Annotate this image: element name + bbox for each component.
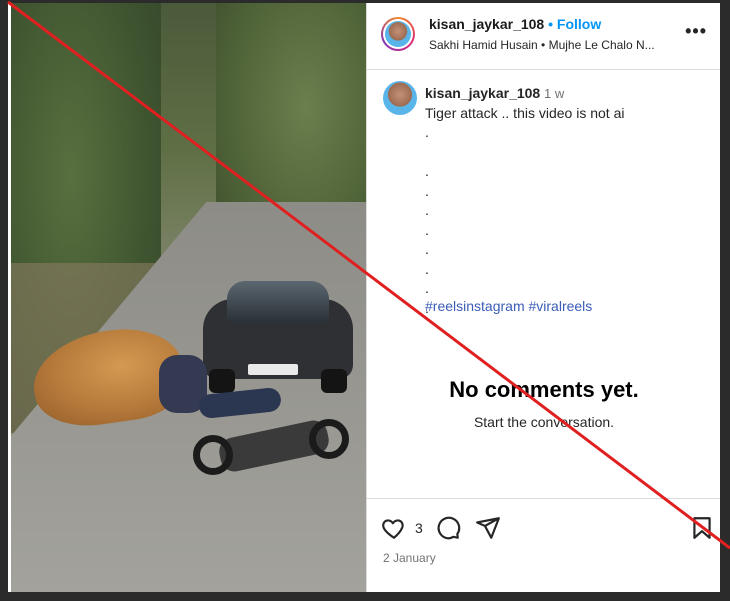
no-comments-title: No comments yet. (449, 377, 639, 402)
caption: kisan_jaykar_108 1 w Tiger attack .. thi… (367, 69, 720, 316)
caption-time[interactable]: 1 w (544, 86, 564, 101)
motorcycle-wheel-front (193, 435, 233, 475)
audio-attribution[interactable]: Sakhi Hamid Husain • Mujhe Le Chalo N... (429, 38, 673, 52)
author-username[interactable]: kisan_jaykar_108 (429, 16, 544, 32)
post-date: 2 January (383, 551, 436, 565)
reel-video[interactable] (11, 3, 366, 592)
follow-button[interactable]: Follow (557, 16, 601, 32)
car-wheel-left (209, 369, 235, 393)
follow-separator: • (548, 16, 554, 32)
caption-username[interactable]: kisan_jaykar_108 (425, 85, 540, 101)
post-actions: 3 2 January (367, 498, 720, 592)
more-icon[interactable]: ••• (685, 21, 707, 42)
car-windshield (227, 281, 329, 323)
car (203, 269, 353, 395)
post-header: kisan_jaykar_108 • Follow Sakhi Hamid Hu… (367, 3, 720, 70)
post-details-panel: kisan_jaykar_108 • Follow Sakhi Hamid Hu… (366, 3, 720, 592)
comment-icon[interactable] (435, 515, 461, 541)
post-modal: kisan_jaykar_108 • Follow Sakhi Hamid Hu… (8, 3, 720, 592)
car-wheel-right (321, 369, 347, 393)
author-avatar[interactable] (381, 17, 415, 51)
heart-icon[interactable] (381, 515, 407, 541)
motorcycle (191, 415, 361, 487)
caption-hashtags[interactable]: #reelsinstagram #viralreels (425, 298, 592, 314)
caption-dots: . ........ (425, 124, 429, 316)
motorcycle-wheel-back (309, 419, 349, 459)
bookmark-icon[interactable] (689, 515, 715, 541)
no-comments-subtitle: Start the conversation. (473, 414, 615, 430)
like-count[interactable]: 3 (415, 520, 423, 536)
car-plate (248, 364, 298, 375)
caption-text: Tiger attack .. this video is not ai (425, 105, 625, 121)
header-user-row: kisan_jaykar_108 • Follow (429, 16, 601, 32)
caption-avatar[interactable] (383, 81, 417, 115)
share-icon[interactable] (475, 515, 501, 541)
